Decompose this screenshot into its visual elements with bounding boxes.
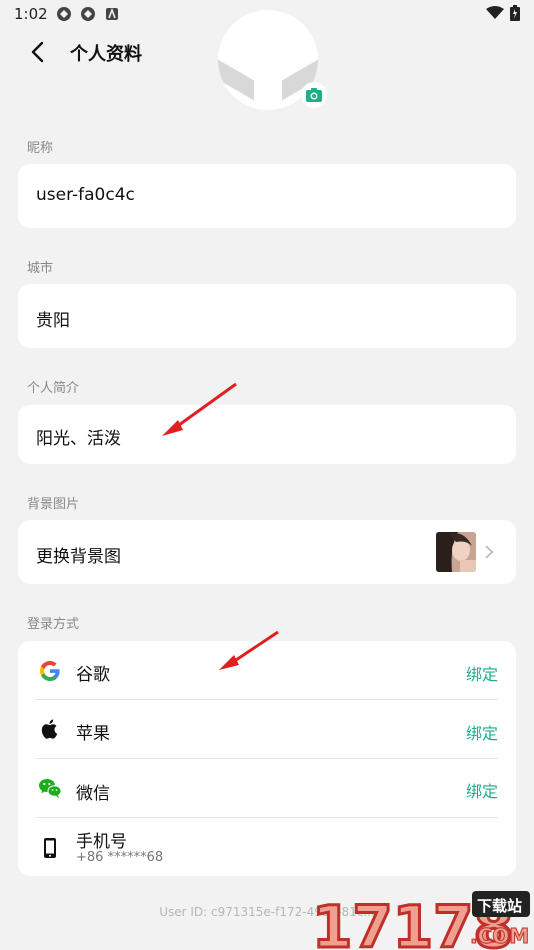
nickname-value: user-fa0c4c	[36, 185, 135, 205]
svg-text:.COM: .COM	[470, 924, 529, 948]
chevron-right-icon	[485, 545, 494, 559]
bind-apple-button[interactable]: 绑定	[466, 720, 498, 744]
bio-field[interactable]: 阳光、活泼	[18, 405, 516, 464]
nickname-field[interactable]: user-fa0c4c	[18, 164, 516, 228]
bio-label: 个人简介	[27, 381, 80, 396]
status-time: 1:02	[14, 5, 48, 23]
annotation-arrow-2	[219, 630, 279, 670]
background-label: 背景图片	[27, 497, 80, 512]
google-icon	[40, 661, 60, 681]
bind-wechat-button[interactable]: 绑定	[466, 778, 498, 802]
avatar[interactable]	[218, 10, 327, 110]
city-value: 贵阳	[36, 311, 70, 331]
bio-value: 阳光、活泼	[36, 429, 121, 449]
phone-number-masked: +86 ******68	[76, 850, 164, 865]
city-label: 城市	[27, 261, 54, 276]
login-methods-card: 谷歌 绑定 苹果 绑定 微信 绑定 手机号 +86 ******68	[18, 641, 516, 876]
bind-google-button[interactable]: 绑定	[466, 661, 498, 685]
background-thumbnail-image	[436, 532, 476, 572]
background-thumbnail	[436, 532, 476, 572]
login-methods-label: 登录方式	[27, 617, 80, 632]
city-field[interactable]: 贵阳	[18, 284, 516, 348]
login-label-google: 谷歌	[76, 665, 110, 685]
annotation-arrow	[162, 382, 237, 436]
login-label-apple: 苹果	[76, 724, 110, 744]
back-arrow-icon[interactable]	[26, 40, 50, 64]
change-avatar-button[interactable]	[301, 82, 327, 108]
apple-icon	[41, 719, 58, 739]
nickname-label: 昵称	[27, 141, 54, 156]
app-notification-icon-2	[80, 7, 95, 21]
login-label-wechat: 微信	[76, 784, 110, 804]
camera-icon	[306, 88, 322, 102]
site-watermark-logo: 17178 下载站 .COM	[310, 885, 534, 950]
svg-text:下载站: 下载站	[477, 897, 522, 915]
login-row-phone[interactable]: 手机号 +86 ******68	[18, 818, 516, 877]
change-background-text: 更换背景图	[36, 547, 121, 567]
phone-icon	[44, 838, 56, 858]
text-notification-icon	[105, 7, 118, 20]
page-title: 个人资料	[70, 44, 142, 65]
login-row-apple[interactable]: 苹果 绑定	[18, 700, 516, 759]
status-left: 1:02	[14, 5, 120, 23]
login-row-wechat[interactable]: 微信 绑定	[18, 759, 516, 818]
app-notification-icon	[56, 7, 71, 21]
status-right	[486, 5, 520, 21]
wechat-icon	[39, 779, 62, 798]
battery-icon	[510, 5, 520, 21]
watermark-graphic: 17178 下载站 .COM	[311, 891, 530, 950]
login-label-phone: 手机号	[76, 832, 127, 852]
wifi-icon	[486, 6, 504, 19]
change-background-row[interactable]: 更换背景图	[18, 520, 516, 584]
